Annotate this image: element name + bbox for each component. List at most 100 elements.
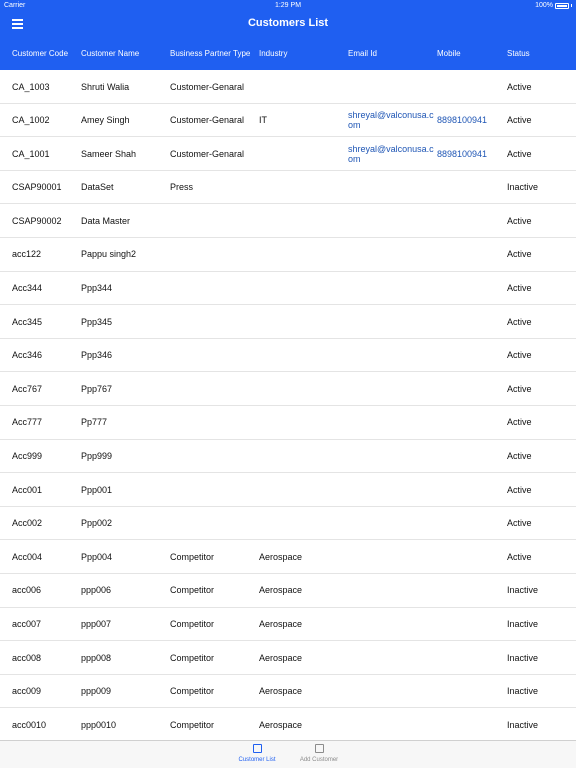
cell-mobile	[437, 507, 505, 540]
cell-mobile	[437, 272, 505, 305]
cell-industry: Aerospace	[259, 719, 303, 730]
cell-business-partner-type	[170, 339, 256, 372]
cell-business-partner-type: Press	[170, 182, 194, 193]
cell-business-partner-type: Competitor	[170, 686, 215, 697]
column-header-customer-name: Customer Name	[81, 48, 140, 58]
cell-email-id	[348, 406, 434, 439]
list-tab-icon	[252, 744, 262, 753]
table-row[interactable]: CA_1003 Shruti Walia Customer-Genaral Activ…	[0, 70, 576, 104]
column-header-business-partner-type: Business Partner Type	[170, 48, 251, 58]
table-row[interactable]: Acc345 Ppp345 Active	[0, 305, 576, 339]
cell-customer-code: Acc345	[12, 316, 43, 327]
table-row[interactable]: acc007 ppp007 Competitor Aerospace Inactive	[0, 608, 576, 642]
column-header-industry: Industry	[259, 48, 288, 58]
cell-business-partner-type: Competitor	[170, 652, 215, 663]
cell-mobile	[437, 70, 505, 103]
tab-customer-list[interactable]: Customer List	[227, 744, 287, 763]
table-row[interactable]: Acc004 Ppp004 Competitor Aerospace Active	[0, 540, 576, 574]
column-header-status: Status	[507, 48, 530, 58]
cell-status: Inactive	[507, 652, 539, 663]
cell-status: Active	[507, 551, 532, 562]
cell-mobile	[437, 339, 505, 372]
cell-status: Active	[507, 451, 532, 462]
cell-customer-code: acc009	[12, 686, 42, 697]
table-row[interactable]: Acc767 Ppp767 Active	[0, 372, 576, 406]
table-row[interactable]: CSAP90001 DataSet Press Inactive	[0, 171, 576, 205]
cell-customer-name: Shruti Walia	[81, 81, 130, 92]
add-customer-tab-icon	[314, 744, 324, 753]
table-row[interactable]: acc0010 ppp0010 Competitor Aerospace Inactiv…	[0, 708, 576, 740]
cell-mobile	[437, 372, 505, 405]
cell-email-id	[348, 70, 434, 103]
cell-email-id[interactable]: shreyal@valconusa.com	[348, 137, 434, 170]
cell-business-partner-type	[170, 272, 256, 305]
cell-customer-name: ppp008	[81, 652, 112, 663]
table-row[interactable]: Acc002 Ppp002 Active	[0, 507, 576, 541]
table-row[interactable]: acc008 ppp008 Competitor Aerospace Inactive	[0, 641, 576, 675]
cell-customer-name: Ppp002	[81, 518, 113, 529]
cell-email-id[interactable]: shreyal@valconusa.com	[348, 104, 434, 137]
cell-customer-name: Ppp004	[81, 551, 113, 562]
cell-email-id	[348, 204, 434, 237]
cell-customer-name: ppp007	[81, 619, 112, 629]
cell-status: Active	[507, 518, 532, 529]
table-row[interactable]: acc006 ppp006 Competitor Aerospace Inactive	[0, 574, 576, 608]
cell-mobile	[437, 540, 505, 573]
cell-status: Active	[507, 249, 532, 260]
table-row[interactable]: Acc346 Ppp346 Active	[0, 339, 576, 373]
cell-business-partner-type	[170, 305, 256, 338]
tab-add-customer[interactable]: Add Customer	[289, 744, 349, 763]
cell-status: Active	[507, 316, 532, 327]
cell-mobile	[437, 473, 505, 506]
status-bar: Carrier 1:29 PM 100%	[0, 0, 576, 12]
table-row[interactable]: acc009 ppp009 Competitor Aerospace Inactive	[0, 675, 576, 709]
cell-industry: Aerospace	[259, 551, 303, 562]
cell-mobile	[437, 204, 505, 237]
cell-status: Active	[507, 283, 532, 294]
cell-mobile[interactable]: 8898100941	[437, 104, 505, 137]
table-row[interactable]: CA_1002 Amey Singh Customer-Genaral IT shrey…	[0, 104, 576, 138]
cell-business-partner-type: Customer-Genaral	[170, 148, 245, 159]
cell-business-partner-type	[170, 507, 256, 540]
tab-bar: Customer List Add Customer	[0, 740, 576, 768]
cell-industry	[259, 204, 345, 237]
table-row[interactable]: Acc777 Pp777 Active	[0, 406, 576, 440]
cell-customer-name: Sameer Shah	[81, 148, 137, 159]
cell-mobile[interactable]: 8898100941	[437, 137, 505, 170]
column-header-mobile: Mobile	[437, 48, 461, 58]
cell-industry	[259, 305, 345, 338]
column-header-customer-code: Customer Code	[12, 48, 69, 58]
cell-industry: Aerospace	[259, 686, 303, 697]
cell-email-id	[348, 171, 434, 204]
cell-email-id	[348, 305, 434, 338]
battery-tip	[571, 4, 572, 7]
table-row[interactable]: acc122 Pappu singh2 Active	[0, 238, 576, 272]
table-row[interactable]: Acc999 Ppp999 Active	[0, 440, 576, 474]
table-row[interactable]: Acc344 Ppp344 Active	[0, 272, 576, 306]
battery-icon	[555, 2, 569, 9]
table-row[interactable]: CA_1001 Sameer Shah Customer-Genaral shreya…	[0, 137, 576, 171]
cell-industry	[259, 507, 345, 540]
cell-status: Inactive	[507, 585, 539, 596]
cell-mobile	[437, 608, 505, 641]
table-row[interactable]: Acc001 Ppp001 Active	[0, 473, 576, 507]
cell-business-partner-type	[170, 238, 256, 271]
table-row[interactable]: CSAP90002 Data Master Active	[0, 204, 576, 238]
cell-customer-name: Ppp344	[81, 283, 113, 294]
cell-customer-name: Ppp001	[81, 484, 113, 495]
battery-percent: 100%	[535, 2, 553, 9]
cell-email-id	[348, 372, 434, 405]
cell-customer-code: acc007	[12, 619, 42, 629]
cell-email-id	[348, 574, 434, 607]
cell-mobile	[437, 641, 505, 674]
cell-status: Active	[507, 81, 532, 92]
cell-customer-code: acc006	[12, 585, 42, 596]
cell-mobile	[437, 440, 505, 473]
cell-mobile	[437, 574, 505, 607]
cell-customer-code: acc008	[12, 652, 42, 663]
cell-email-id	[348, 238, 434, 271]
cell-customer-code: Acc004	[12, 551, 43, 562]
cell-customer-code: CA_1001	[12, 148, 50, 159]
battery-indicator: 100%	[535, 2, 572, 9]
cell-industry	[259, 406, 345, 439]
